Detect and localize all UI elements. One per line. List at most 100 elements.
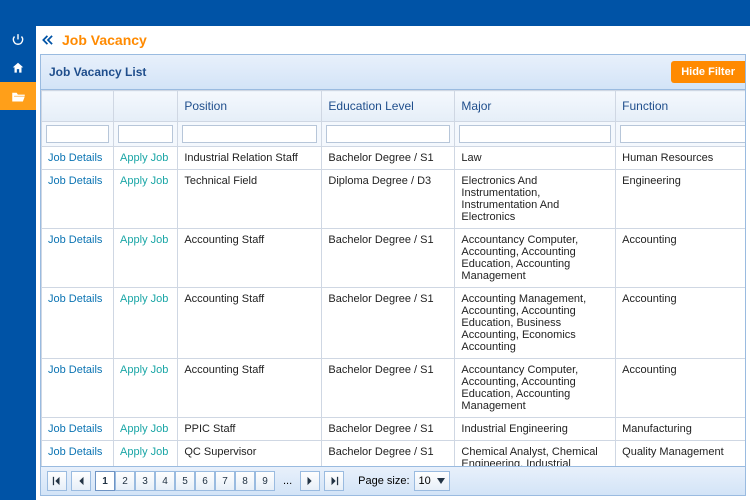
apply-job-link[interactable]: Apply Job	[120, 446, 168, 458]
col-header-education[interactable]: Education Level	[322, 91, 455, 122]
table-row: Job Details Apply Job Industrial Relation …	[42, 147, 746, 170]
page-title: Job Vacancy	[62, 32, 147, 48]
cell-education: Diploma Degree / D3	[322, 170, 455, 229]
cell-function: Accounting	[616, 359, 745, 418]
panel-header: Job Vacancy List Hide Filter	[41, 55, 745, 90]
chevron-double-left-icon	[40, 33, 56, 47]
back-button[interactable]	[40, 33, 56, 47]
page-size-select[interactable]: 10	[414, 471, 450, 491]
page-number-6[interactable]: 6	[195, 471, 215, 491]
col-header-major[interactable]: Major	[455, 91, 616, 122]
page-header: Job Vacancy	[36, 26, 750, 54]
table-row: Job DetailsApply JobAccounting StaffBach…	[42, 229, 746, 288]
job-details-link[interactable]: Job Details	[48, 175, 102, 187]
hide-filter-button[interactable]: Hide Filter	[671, 61, 745, 83]
job-details-link[interactable]: Job Details	[48, 423, 102, 435]
cell-major: Electronics And Instrumentation, Instrum…	[455, 170, 616, 229]
filter-details[interactable]	[46, 125, 109, 143]
job-details-link[interactable]: Job Details	[48, 152, 102, 164]
pager-first-icon	[52, 476, 62, 486]
page-number-9[interactable]: 9	[255, 471, 275, 491]
page-number-4[interactable]: 4	[155, 471, 175, 491]
cell-function: Accounting	[616, 288, 745, 359]
col-header-apply[interactable]	[114, 91, 178, 122]
cell-position: Industrial Relation Staff	[178, 147, 322, 170]
home-icon	[11, 61, 25, 75]
filter-apply[interactable]	[118, 125, 173, 143]
job-details-link[interactable]: Job Details	[48, 446, 102, 458]
cell-function: Engineering	[616, 170, 745, 229]
table-row: Job Details Apply Job PPIC StaffBachelor D…	[42, 418, 746, 441]
col-header-details[interactable]	[42, 91, 114, 122]
grid-scroll-area[interactable]: Position Education Level Major Function …	[41, 90, 745, 466]
apply-job-link[interactable]: Apply Job	[120, 234, 168, 246]
panel-title: Job Vacancy List	[49, 65, 146, 79]
apply-job-link[interactable]: Apply Job	[120, 152, 168, 164]
apply-job-link[interactable]: Apply Job	[120, 293, 168, 305]
pager-last-icon	[329, 476, 339, 486]
table-row: Job Details Apply Job Accounting StaffBach…	[42, 359, 746, 418]
table-row: Job Details Apply Job QC SupervisorBachelo…	[42, 441, 746, 467]
filter-education[interactable]	[326, 125, 450, 143]
chevron-down-icon	[437, 478, 445, 484]
job-details-link[interactable]: Job Details	[48, 293, 102, 305]
cell-function: Manufacturing	[616, 418, 745, 441]
sidebar	[0, 26, 36, 500]
pager-prev[interactable]	[71, 471, 91, 491]
page-size-value: 10	[419, 475, 431, 487]
job-details-link[interactable]: Job Details	[48, 234, 102, 246]
cell-education: Bachelor Degree / S1	[322, 147, 455, 170]
page-number-5[interactable]: 5	[175, 471, 195, 491]
cell-education: Bachelor Degree / S1	[322, 359, 455, 418]
sidebar-item-jobs[interactable]	[0, 82, 36, 110]
cell-position: PPIC Staff	[178, 418, 322, 441]
cell-position: Accounting Staff	[178, 359, 322, 418]
cell-position: Technical Field	[178, 170, 322, 229]
apply-job-link[interactable]: Apply Job	[120, 364, 168, 376]
page-size-label: Page size:	[358, 475, 409, 487]
filter-row	[42, 122, 746, 147]
cell-education: Bachelor Degree / S1	[322, 418, 455, 441]
page-number-3[interactable]: 3	[135, 471, 155, 491]
table-row: Job Details Apply Job Accounting StaffBach…	[42, 288, 746, 359]
filter-function[interactable]	[620, 125, 745, 143]
cell-education: Bachelor Degree / S1	[322, 288, 455, 359]
sidebar-item-power[interactable]	[0, 26, 36, 54]
cell-function: Human Resources	[616, 147, 745, 170]
page-number-2[interactable]: 2	[115, 471, 135, 491]
cell-major: Chemical Analyst, Chemical Engineering, …	[455, 441, 616, 467]
cell-position: Accounting Staff	[178, 229, 322, 288]
cell-major: Accounting Management, Accounting, Accou…	[455, 288, 616, 359]
apply-job-link[interactable]: Apply Job	[120, 423, 168, 435]
job-vacancy-grid: Position Education Level Major Function …	[41, 90, 745, 466]
pager-ellipsis: ...	[279, 475, 296, 487]
cell-education: Bachelor Degree / S1	[322, 441, 455, 467]
folder-open-icon	[11, 90, 26, 103]
top-bar	[0, 0, 750, 26]
apply-job-link[interactable]: Apply Job	[120, 175, 168, 187]
job-vacancy-panel: Job Vacancy List Hide Filter Position Ed…	[40, 54, 746, 496]
table-row: Job Details Apply Job Technical FieldDiplo…	[42, 170, 746, 229]
power-icon	[11, 33, 25, 47]
job-details-link[interactable]: Job Details	[48, 364, 102, 376]
filter-major[interactable]	[459, 125, 611, 143]
sidebar-item-home[interactable]	[0, 54, 36, 82]
pager-next-icon	[306, 476, 314, 486]
page-number-8[interactable]: 8	[235, 471, 255, 491]
pager-next[interactable]	[300, 471, 320, 491]
pager: 123456789 ... Page size: 10	[41, 466, 745, 495]
header-row: Position Education Level Major Function …	[42, 91, 746, 122]
col-header-position[interactable]: Position	[178, 91, 322, 122]
page-number-7[interactable]: 7	[215, 471, 235, 491]
page-number-1[interactable]: 1	[95, 471, 115, 491]
cell-position: Accounting Staff	[178, 288, 322, 359]
pager-last[interactable]	[324, 471, 344, 491]
pager-first[interactable]	[47, 471, 67, 491]
content-area: Job Vacancy Job Vacancy List Hide Filter…	[36, 26, 750, 500]
col-header-function[interactable]: Function	[616, 91, 745, 122]
cell-position: QC Supervisor	[178, 441, 322, 467]
cell-major: Accountancy Computer, Accounting, Accoun…	[455, 359, 616, 418]
cell-function: Accounting	[616, 229, 745, 288]
cell-major: Industrial Engineering	[455, 418, 616, 441]
filter-position[interactable]	[182, 125, 317, 143]
